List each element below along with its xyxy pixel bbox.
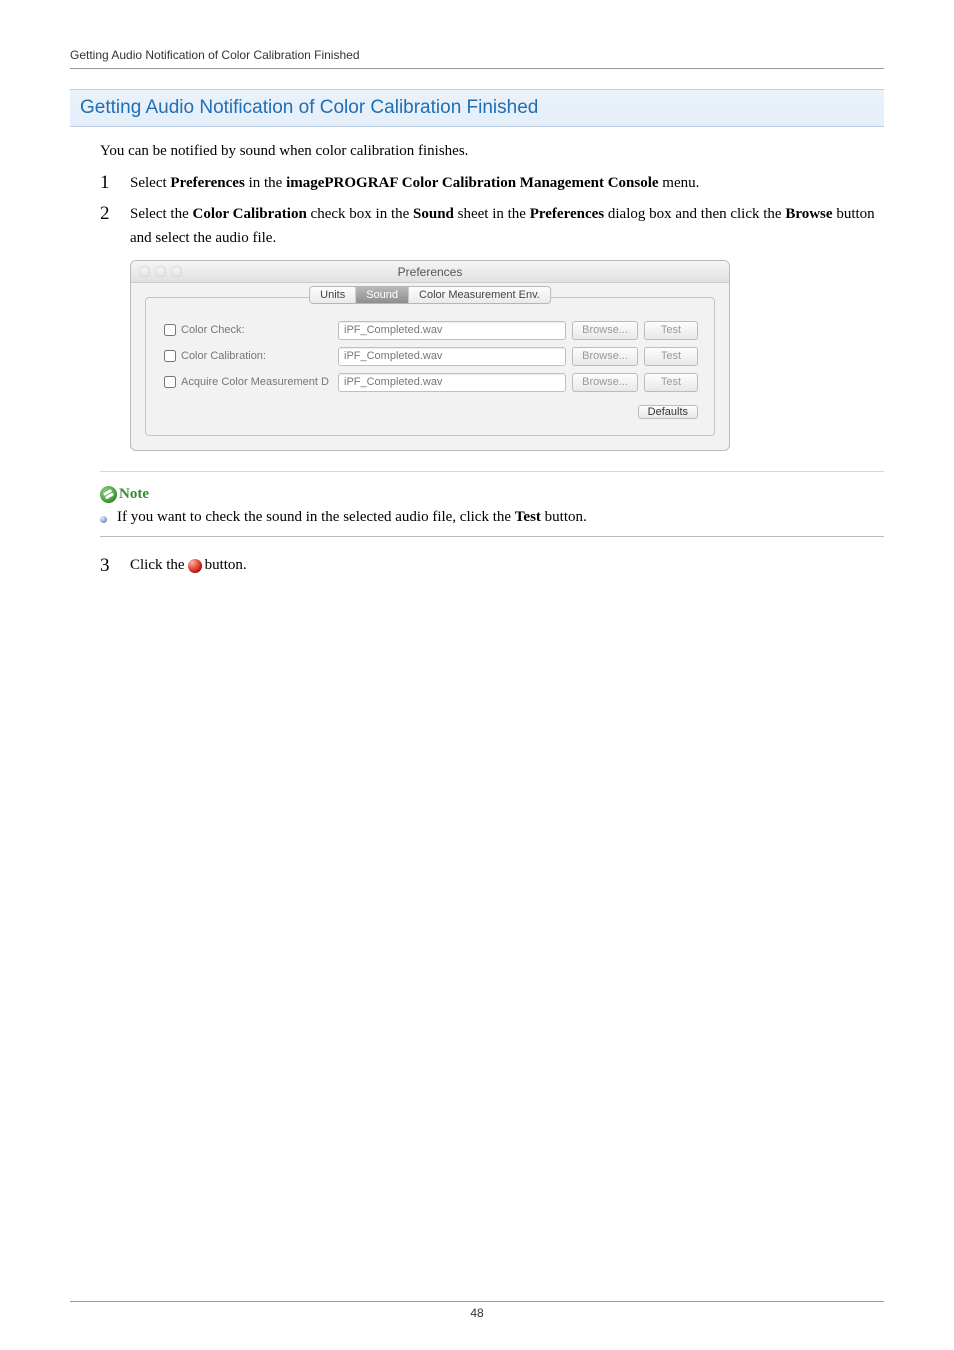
step-2: 2 Select the Color Calibration check box… xyxy=(100,203,884,250)
text: Select the xyxy=(130,206,192,222)
step-3: 3 Click the button. xyxy=(70,555,884,577)
test-button[interactable]: Test xyxy=(644,347,698,366)
tab-sound[interactable]: Sound xyxy=(356,287,409,303)
checkbox-color-check[interactable] xyxy=(164,324,176,336)
text: dialog box and then click the xyxy=(604,206,785,222)
text: check box in the xyxy=(307,206,413,222)
window-controls xyxy=(139,266,182,277)
label-acquire-color-measurement: Acquire Color Measurement D xyxy=(164,376,332,388)
bold: Color Calibration xyxy=(192,206,306,222)
label-color-check: Color Check: xyxy=(164,324,332,336)
tab-bar: Units Sound Color Measurement Env. xyxy=(309,286,551,304)
bullet-icon xyxy=(100,516,107,523)
page-footer: 48 xyxy=(70,1301,884,1320)
row-color-check: Color Check: iPF_Completed.wav Browse...… xyxy=(164,321,698,340)
step-number: 3 xyxy=(100,555,130,577)
browse-button[interactable]: Browse... xyxy=(572,347,638,366)
divider xyxy=(100,471,884,472)
note-heading: Note xyxy=(100,486,884,503)
file-input-color-calibration[interactable]: iPF_Completed.wav xyxy=(338,347,566,366)
text: in the xyxy=(245,175,286,191)
bold: Preferences xyxy=(170,175,244,191)
step-number: 1 xyxy=(100,172,130,195)
row-acquire-color-measurement: Acquire Color Measurement D iPF_Complete… xyxy=(164,373,698,392)
dialog-fieldset: Units Sound Color Measurement Env. Color… xyxy=(145,297,715,436)
preferences-dialog: Preferences Units Sound Color Measuremen… xyxy=(130,260,730,451)
tab-color-measurement-env[interactable]: Color Measurement Env. xyxy=(409,287,550,303)
checkbox-color-calibration[interactable] xyxy=(164,350,176,362)
maximize-icon[interactable] xyxy=(171,266,182,277)
label-color-calibration: Color Calibration: xyxy=(164,350,332,362)
bold: Browse xyxy=(785,206,832,222)
page-header: Getting Audio Notification of Color Cali… xyxy=(70,48,884,69)
dialog-title: Preferences xyxy=(398,265,463,279)
note-item: If you want to check the sound in the se… xyxy=(100,509,884,526)
minimize-icon[interactable] xyxy=(155,266,166,277)
file-input-color-check[interactable]: iPF_Completed.wav xyxy=(338,321,566,340)
close-icon[interactable] xyxy=(139,266,150,277)
tab-units[interactable]: Units xyxy=(310,287,356,303)
browse-button[interactable]: Browse... xyxy=(572,373,638,392)
lead-text: You can be notified by sound when color … xyxy=(100,143,884,160)
bold: Preferences xyxy=(530,206,604,222)
label-text: Acquire Color Measurement D xyxy=(181,376,329,388)
step-text: Click the button. xyxy=(130,555,247,577)
close-button-icon xyxy=(188,559,202,573)
checkbox-acquire-color-measurement[interactable] xyxy=(164,376,176,388)
step-text: Select Preferences in the imagePROGRAF C… xyxy=(130,172,884,195)
divider xyxy=(100,536,884,537)
step-text: Select the Color Calibration check box i… xyxy=(130,203,884,250)
text: button. xyxy=(541,509,587,525)
text: sheet in the xyxy=(454,206,530,222)
defaults-button[interactable]: Defaults xyxy=(638,405,698,419)
note-label: Note xyxy=(119,486,149,503)
bold: Test xyxy=(515,509,541,525)
section-title: Getting Audio Notification of Color Cali… xyxy=(70,89,884,127)
file-input-acquire[interactable]: iPF_Completed.wav xyxy=(338,373,566,392)
text: menu. xyxy=(659,175,700,191)
note-icon xyxy=(100,486,117,503)
step-1: 1 Select Preferences in the imagePROGRAF… xyxy=(100,172,884,195)
page-number: 48 xyxy=(470,1306,483,1320)
test-button[interactable]: Test xyxy=(644,321,698,340)
browse-button[interactable]: Browse... xyxy=(572,321,638,340)
test-button[interactable]: Test xyxy=(644,373,698,392)
text: button. xyxy=(205,557,247,574)
label-text: Color Calibration: xyxy=(181,350,266,362)
bold: Sound xyxy=(413,206,454,222)
note-text: If you want to check the sound in the se… xyxy=(117,509,587,526)
dialog-titlebar: Preferences xyxy=(131,261,729,283)
row-color-calibration: Color Calibration: iPF_Completed.wav Bro… xyxy=(164,347,698,366)
text: Select xyxy=(130,175,170,191)
text: Click the xyxy=(130,557,185,574)
bold: imagePROGRAF Color Calibration Managemen… xyxy=(286,175,658,191)
label-text: Color Check: xyxy=(181,324,245,336)
text: If you want to check the sound in the se… xyxy=(117,509,515,525)
step-number: 2 xyxy=(100,203,130,250)
